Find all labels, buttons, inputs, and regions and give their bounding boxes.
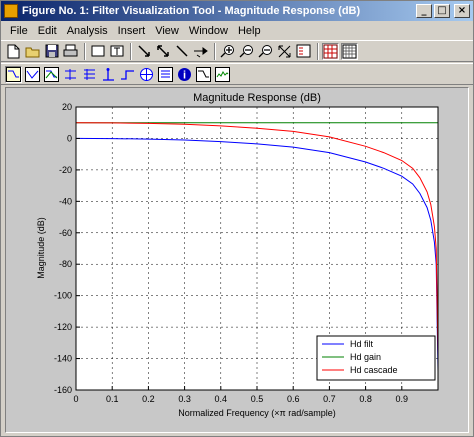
x-tick-label: 0.9 bbox=[396, 394, 409, 404]
y-tick-label: -60 bbox=[59, 228, 72, 238]
y-tick-label: 20 bbox=[62, 102, 72, 112]
figure-window: Figure No. 1: Filter Visualization Tool … bbox=[0, 0, 474, 437]
chart-title: Magnitude Response (dB) bbox=[193, 92, 321, 104]
magnitude-phase-icon[interactable] bbox=[43, 66, 60, 83]
grid-icon-2[interactable] bbox=[341, 42, 358, 60]
insert-text-icon[interactable] bbox=[108, 43, 125, 60]
x-tick-label: 0.1 bbox=[106, 394, 119, 404]
fvtool-analysis-toolbar: i bbox=[1, 63, 473, 85]
toolbar-separator bbox=[214, 42, 216, 60]
toolbar-separator bbox=[317, 42, 319, 60]
magnitude-estimate-icon[interactable] bbox=[195, 66, 212, 83]
x-tick-label: 0.3 bbox=[178, 394, 191, 404]
pole-zero-icon[interactable] bbox=[138, 66, 155, 83]
new-file-icon[interactable] bbox=[5, 43, 22, 60]
menu-bar: File Edit Analysis Insert View Window He… bbox=[1, 22, 473, 40]
maximize-button[interactable]: □ bbox=[434, 4, 450, 18]
x-tick-label: 0.8 bbox=[359, 394, 372, 404]
y-tick-label: -80 bbox=[59, 259, 72, 269]
legend-label-hd-gain: Hd gain bbox=[350, 352, 381, 362]
zoom-out-icon[interactable] bbox=[238, 43, 255, 60]
minimize-button[interactable]: _ bbox=[416, 4, 432, 18]
impulse-response-icon[interactable] bbox=[100, 66, 117, 83]
filter-coefficients-icon[interactable] bbox=[157, 66, 174, 83]
legend[interactable]: Hd filt Hd gain Hd cascade bbox=[316, 335, 436, 381]
legend-label-hd-filt: Hd filt bbox=[350, 339, 374, 349]
matlab-figure-icon bbox=[4, 4, 18, 18]
title-bar[interactable]: Figure No. 1: Filter Visualization Tool … bbox=[1, 1, 473, 21]
toolbar-separator bbox=[84, 42, 86, 60]
phase-response-icon[interactable] bbox=[24, 66, 41, 83]
figure-canvas: 0 0.1 0.2 0.3 0.4 0.5 0.6 0.7 0.8 0.9 20 0 -20 -40 -60… bbox=[5, 87, 469, 433]
close-button[interactable]: × bbox=[454, 4, 470, 18]
menu-view[interactable]: View bbox=[150, 25, 184, 37]
filter-info-icon[interactable]: i bbox=[176, 66, 193, 83]
y-tick-label: -160 bbox=[54, 385, 72, 395]
y-tick-label: -100 bbox=[54, 291, 72, 301]
x-tick-label: 0.6 bbox=[287, 394, 300, 404]
insert-arrow-icon[interactable] bbox=[135, 43, 152, 60]
x-tick-label: 0.2 bbox=[142, 394, 155, 404]
print-icon[interactable] bbox=[62, 43, 79, 60]
noise-power-icon[interactable] bbox=[214, 66, 231, 83]
y-axis-label: Magnitude (dB) bbox=[36, 217, 46, 279]
rotate-3d-icon[interactable] bbox=[192, 43, 209, 60]
zoom-in-icon[interactable] bbox=[219, 43, 236, 60]
x-tick-label: 0.7 bbox=[323, 394, 336, 404]
grid-icon[interactable] bbox=[322, 42, 339, 60]
magnitude-response-icon[interactable] bbox=[5, 65, 22, 83]
legend-icon[interactable] bbox=[295, 43, 312, 60]
svg-text:i: i bbox=[183, 69, 186, 81]
full-view-icon[interactable] bbox=[276, 43, 293, 60]
legend-label-hd-cascade: Hd cascade bbox=[350, 365, 398, 375]
x-axis-label: Normalized Frequency (×π rad/sample) bbox=[178, 408, 336, 418]
magnitude-response-plot[interactable]: 0 0.1 0.2 0.3 0.4 0.5 0.6 0.7 0.8 0.9 20 0 -20 -40 -60… bbox=[6, 88, 468, 432]
toolbar-separator bbox=[130, 42, 132, 60]
window-title: Figure No. 1: Filter Visualization Tool … bbox=[22, 5, 361, 17]
zoom-x-icon[interactable] bbox=[257, 43, 274, 60]
y-tick-label: -120 bbox=[54, 322, 72, 332]
y-tick-label: 0 bbox=[67, 133, 72, 143]
menu-analysis[interactable]: Analysis bbox=[62, 25, 113, 37]
x-tick-label: 0.4 bbox=[215, 394, 228, 404]
menu-file[interactable]: File bbox=[5, 25, 33, 37]
x-tick-label: 0 bbox=[73, 394, 78, 404]
menu-insert[interactable]: Insert bbox=[113, 25, 151, 37]
figure-toolbar bbox=[1, 40, 473, 62]
save-icon[interactable] bbox=[43, 43, 60, 60]
y-tick-label: -40 bbox=[59, 196, 72, 206]
insert-rectangle-icon[interactable] bbox=[89, 43, 106, 60]
open-folder-icon[interactable] bbox=[24, 43, 41, 60]
menu-window[interactable]: Window bbox=[184, 25, 233, 37]
step-response-icon[interactable] bbox=[119, 66, 136, 83]
menu-help[interactable]: Help bbox=[233, 25, 266, 37]
phase-delay-icon[interactable] bbox=[81, 66, 98, 83]
insert-arrow-icon-2[interactable] bbox=[154, 43, 171, 60]
y-tick-label: -140 bbox=[54, 354, 72, 364]
group-delay-icon[interactable] bbox=[62, 66, 79, 83]
y-tick-label: -20 bbox=[59, 165, 72, 175]
menu-edit[interactable]: Edit bbox=[33, 25, 62, 37]
insert-line-icon[interactable] bbox=[173, 43, 190, 60]
x-tick-label: 0.5 bbox=[251, 394, 264, 404]
